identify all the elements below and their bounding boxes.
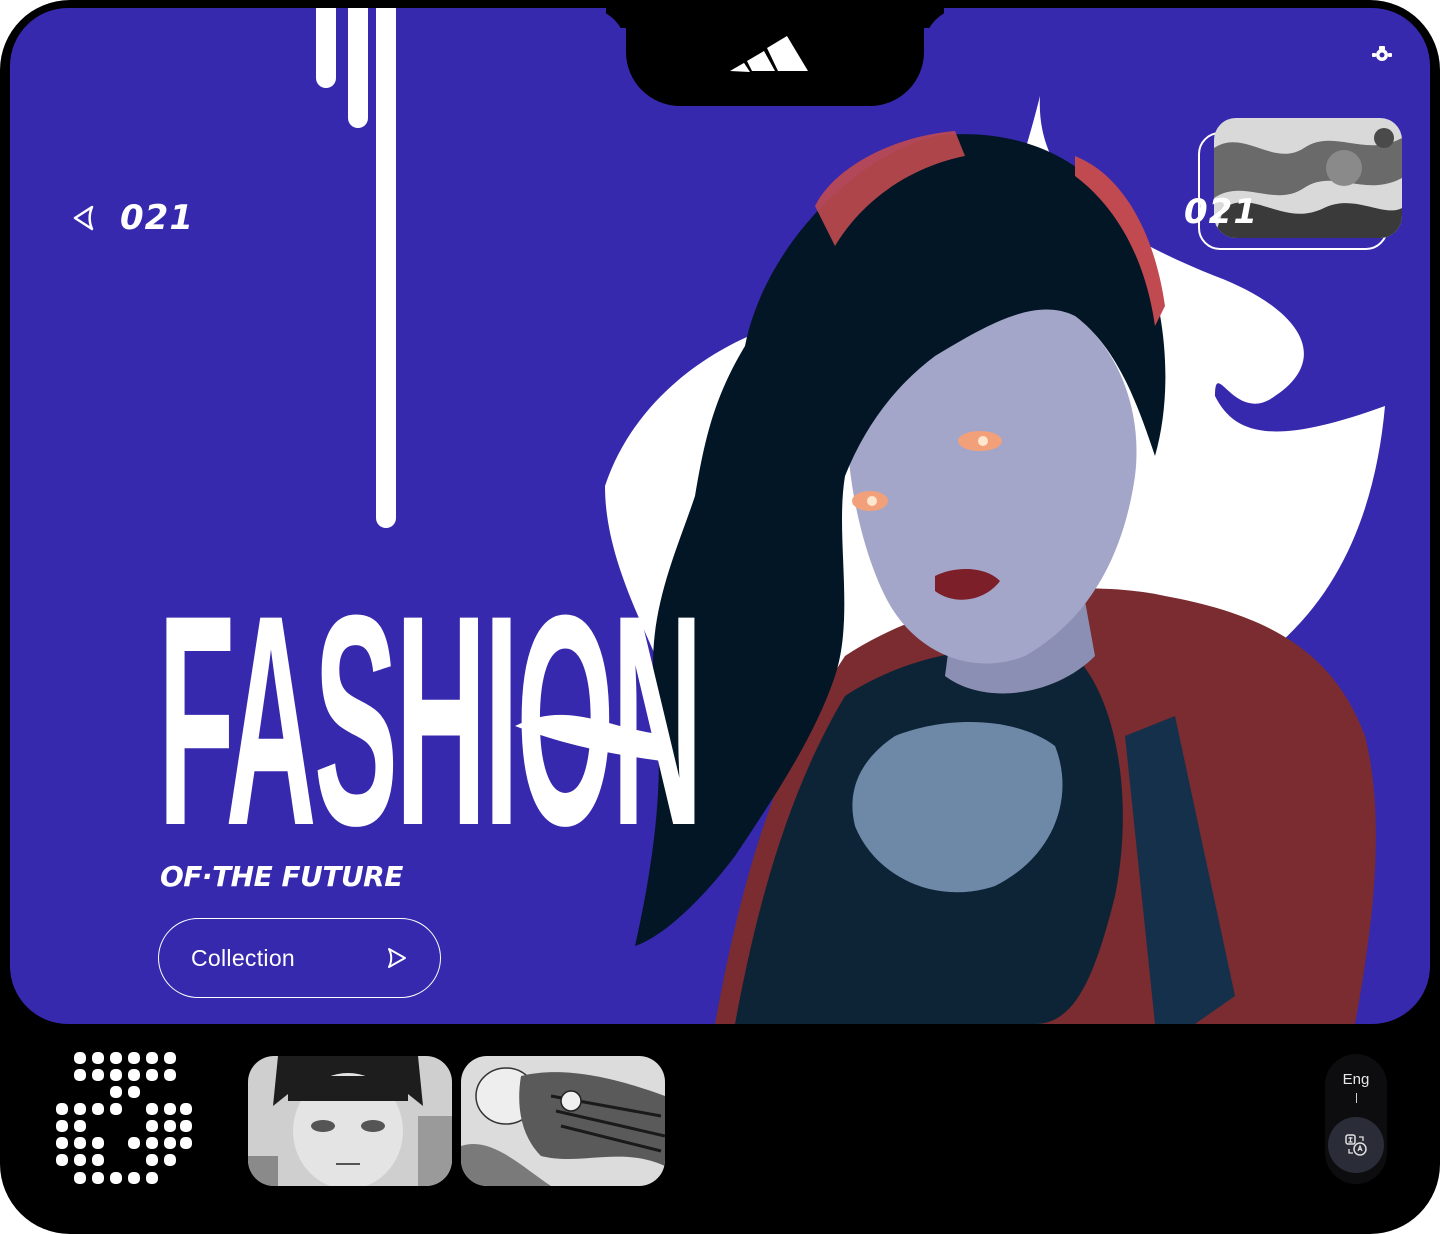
slide-navigation: 021 bbox=[72, 198, 194, 238]
preview-counter: 021 bbox=[1184, 192, 1258, 232]
page-subtitle: OF·THE FUTURE bbox=[160, 860, 403, 893]
dot-matrix-logo-icon[interactable] bbox=[56, 1052, 192, 1186]
translate-button[interactable] bbox=[1328, 1117, 1384, 1173]
collection-button[interactable]: Collection bbox=[158, 918, 441, 998]
hero-banner: 021 FASHION OF·THE FUTURE Collection 021 bbox=[10, 8, 1430, 1024]
adidas-logo-icon[interactable] bbox=[730, 26, 810, 74]
language-label[interactable]: Eng bbox=[1343, 1071, 1370, 1088]
play-arrow-icon bbox=[388, 948, 406, 968]
app-frame: 021 FASHION OF·THE FUTURE Collection 021 bbox=[0, 0, 1440, 1234]
translate-icon bbox=[1345, 1134, 1367, 1156]
settings-icon[interactable] bbox=[1372, 46, 1392, 64]
language-switcher: Eng bbox=[1325, 1054, 1387, 1184]
slide-counter: 021 bbox=[120, 198, 194, 238]
gallery-thumbnail-1[interactable] bbox=[248, 1056, 452, 1186]
gallery-thumbnail-2[interactable] bbox=[461, 1056, 665, 1186]
page-title: FASHION bbox=[158, 552, 703, 888]
gallery-thumbnails bbox=[248, 1056, 665, 1186]
next-slide-preview[interactable]: 021 bbox=[1184, 118, 1402, 250]
back-arrow-icon[interactable] bbox=[72, 204, 98, 232]
language-divider bbox=[1355, 1093, 1357, 1103]
collection-button-label: Collection bbox=[191, 944, 295, 971]
